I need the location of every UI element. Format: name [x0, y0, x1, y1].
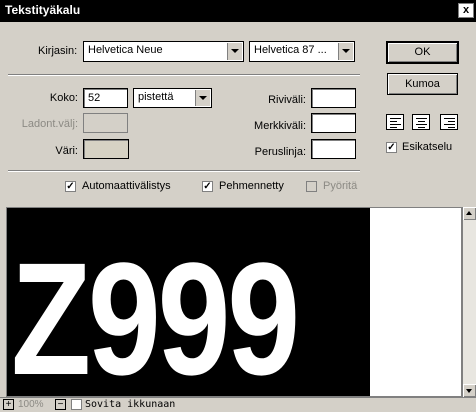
scroll-up-icon[interactable] [463, 207, 476, 220]
align-left-icon[interactable] [386, 114, 404, 130]
size-unit-value: pistettä [138, 91, 174, 103]
color-label: Väri: [55, 145, 78, 157]
divider [8, 74, 360, 76]
status-bar: + 100% − Sovita ikkunaan [0, 397, 476, 412]
font-style-value: Helvetica 87 ... [254, 44, 327, 56]
anti-alias-label: Pehmennetty [219, 180, 284, 192]
align-center-icon[interactable] [412, 114, 430, 130]
zoom-in-button[interactable]: + [3, 399, 14, 410]
rotate-checkbox [306, 181, 317, 192]
preview-canvas: Z999 [7, 208, 370, 396]
baseline-label: Peruslinja: [254, 146, 306, 158]
auto-kerning-checkbox[interactable]: ✓ [65, 181, 76, 192]
font-family-value: Helvetica Neue [88, 44, 163, 56]
rotate-label: Pyöritä [323, 180, 358, 192]
fit-window-label: Sovita ikkunaan [85, 399, 176, 410]
ok-button[interactable]: OK [386, 41, 459, 64]
vertical-scrollbar[interactable] [462, 207, 476, 397]
zoom-out-button[interactable]: − [55, 399, 66, 410]
preview-text: Z999 [11, 229, 300, 397]
cancel-button[interactable]: Kumoa [387, 73, 458, 95]
char-spacing-label: Merkkiväli: [254, 120, 306, 132]
font-style-select[interactable]: Helvetica 87 ... [249, 41, 355, 62]
type-tool-dialog: Tekstityäkalu x Kirjasin: Helvetica Neue… [0, 0, 476, 412]
zoom-level: 100% [18, 399, 44, 410]
font-family-select[interactable]: Helvetica Neue [83, 41, 244, 62]
window-title: Tekstityäkalu [5, 3, 81, 17]
size-unit-select[interactable]: pistettä [133, 88, 212, 108]
leading-label: Ladont.välj: [21, 118, 78, 130]
color-swatch[interactable] [83, 139, 129, 159]
chevron-down-icon [195, 90, 210, 106]
size-label: Koko: [49, 92, 78, 104]
chevron-down-icon [338, 43, 353, 60]
size-input[interactable]: 52 [83, 88, 128, 108]
scroll-down-icon[interactable] [463, 384, 476, 397]
line-spacing-input[interactable] [311, 88, 356, 108]
auto-kerning-label: Automaattivälistys [82, 180, 171, 192]
char-spacing-input[interactable] [311, 113, 356, 133]
leading-input [83, 113, 128, 133]
font-label: Kirjasin: [38, 45, 78, 57]
close-button[interactable]: x [458, 3, 474, 18]
baseline-input[interactable] [311, 139, 356, 159]
fit-window-checkbox[interactable] [71, 399, 82, 410]
align-right-icon[interactable] [440, 114, 458, 130]
text-preview-area[interactable]: Z999 [6, 207, 462, 397]
title-bar: Tekstityäkalu x [0, 0, 476, 22]
chevron-down-icon [227, 43, 242, 60]
divider [8, 170, 360, 172]
preview-label: Esikatselu [402, 141, 453, 153]
anti-alias-checkbox[interactable]: ✓ [202, 181, 213, 192]
line-spacing-label: Riviväli: [268, 94, 306, 106]
preview-checkbox[interactable]: ✓ [386, 142, 397, 153]
